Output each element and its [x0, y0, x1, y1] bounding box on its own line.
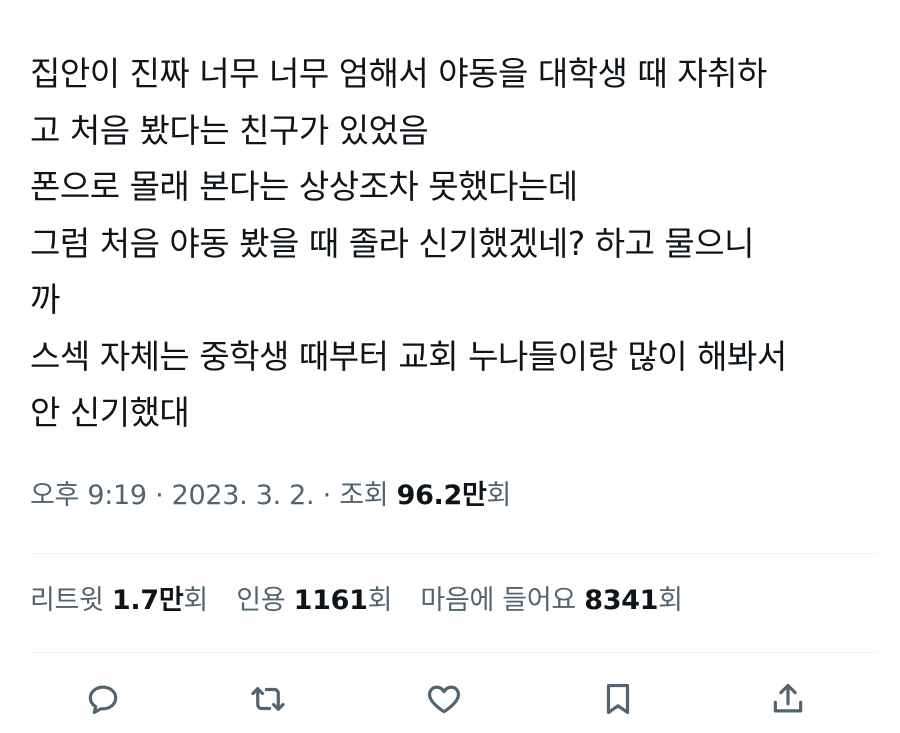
action-bar	[0, 675, 900, 723]
quotes-stat[interactable]: 인용 1161회	[236, 581, 392, 621]
retweet-icon	[251, 687, 285, 711]
reply-button[interactable]	[79, 675, 127, 723]
views-count: 96.2만	[396, 480, 487, 511]
tweet-date[interactable]: 2023. 3. 2.	[172, 480, 315, 511]
views-suffix: 회	[486, 480, 512, 511]
likes-suffix: 회	[658, 585, 683, 616]
bookmark-icon	[606, 683, 630, 715]
share-icon	[773, 683, 803, 713]
likes-label: 마음에 들어요	[420, 585, 585, 616]
retweets-count: 1.7만	[111, 585, 184, 616]
likes-stat[interactable]: 마음에 들어요 8341회	[420, 581, 683, 621]
tweet-text-line: 폰으로 몰래 본다는 상상조차 못했다는데	[30, 167, 578, 206]
retweets-stat[interactable]: 리트윗 1.7만회	[30, 581, 208, 621]
tweet-metadata: 오후 9:19 · 2023. 3. 2. · 조회 96.2만회	[30, 476, 511, 516]
retweet-button[interactable]	[244, 675, 292, 723]
tweet-time[interactable]: 오후 9:19	[30, 480, 147, 511]
tweet-text-line: 고 처음 봤다는 친구가 있었음	[30, 110, 429, 150]
like-button[interactable]	[420, 675, 468, 723]
meta-separator: ·	[314, 480, 340, 511]
tweet-text-line: 까	[30, 280, 60, 319]
tweet-text-line: 집안이 진짜 너무 너무 엄해서 야동을 대학생 때 자취하	[30, 54, 767, 93]
retweets-label: 리트윗	[30, 585, 112, 616]
quotes-count: 1161	[293, 585, 368, 616]
quotes-suffix: 회	[367, 585, 393, 616]
quotes-label: 인용	[236, 585, 294, 616]
tweet-text-line: 그럼 처음 야동 봤을 때 졸라 신기했겠네? 하고 물으니	[30, 223, 755, 263]
tweet-text-line: 스섹 자체는 중학생 때부터 교회 누나들이랑 많이 해봐서	[30, 336, 787, 376]
meta-separator: ·	[146, 480, 172, 511]
likes-count: 8341	[584, 585, 659, 616]
engagement-stats: 리트윗 1.7만회 인용 1161회 마음에 들어요 8341회	[30, 581, 703, 621]
retweets-suffix: 회	[183, 585, 208, 616]
heart-icon	[428, 685, 460, 714]
divider	[30, 553, 878, 554]
reply-icon	[88, 685, 118, 715]
tweet-text-line: 안 신기했대	[30, 393, 190, 432]
bookmark-button[interactable]	[594, 675, 642, 723]
divider	[30, 652, 878, 653]
views-label: 조회	[339, 480, 397, 511]
share-button[interactable]	[764, 675, 812, 723]
tweet-text: 집안이 진짜 너무 너무 엄해서 야동을 대학생 때 자취하 고 처음 봤다는 …	[30, 46, 880, 442]
